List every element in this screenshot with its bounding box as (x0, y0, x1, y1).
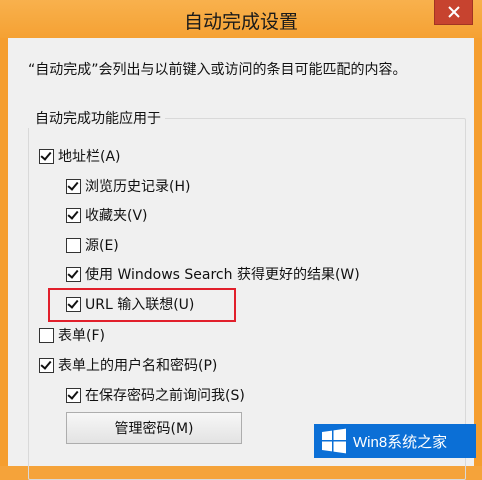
group-label: 自动完成功能应用于 (28, 108, 165, 128)
checkbox-box[interactable] (66, 266, 81, 282)
checkbox-forms[interactable]: 表单(F) (39, 325, 105, 345)
watermark: Win8系统之家 (314, 424, 476, 458)
checkbox-box[interactable] (39, 148, 54, 164)
checkbox-label: 源(E) (85, 238, 119, 254)
checkbox-browsing-history[interactable]: 浏览历史记录(H) (66, 176, 190, 196)
close-button[interactable] (434, 0, 473, 25)
checkbox-label: URL 输入联想(U) (85, 297, 195, 313)
checkbox-label: 在保存密码之前询问我(S) (85, 388, 245, 404)
checkbox-box[interactable] (66, 237, 81, 253)
checkbox-windows-search[interactable]: 使用 Windows Search 获得更好的结果(W) (66, 264, 360, 284)
manage-passwords-button[interactable]: 管理密码(M) (66, 412, 242, 444)
windows-logo-icon (322, 428, 346, 454)
checkbox-box[interactable] (66, 387, 81, 403)
checkbox-box[interactable] (66, 207, 81, 223)
dialog-body: “自动完成”会列出与以前键入或访问的条目可能匹配的内容。 自动完成功能应用于 地… (8, 38, 474, 480)
checkbox-label: 表单上的用户名和密码(P) (58, 358, 218, 374)
checkbox-feeds[interactable]: 源(E) (66, 235, 119, 255)
checkbox-label: 使用 Windows Search 获得更好的结果(W) (85, 267, 360, 283)
title-bar: 自动完成设置 (0, 0, 482, 38)
checkbox-usernames-passwords[interactable]: 表单上的用户名和密码(P) (39, 355, 217, 375)
checkbox-label: 表单(F) (58, 328, 105, 344)
checkbox-favorites[interactable]: 收藏夹(V) (66, 205, 148, 225)
checkbox-label: 浏览历史记录(H) (85, 179, 191, 195)
close-icon (447, 6, 460, 18)
dialog-window: 自动完成设置 “自动完成”会列出与以前键入或访问的条目可能匹配的内容。 自动完成… (0, 0, 482, 480)
checkbox-label: 收藏夹(V) (85, 208, 148, 224)
window-title: 自动完成设置 (183, 11, 298, 33)
watermark-text: Win8系统之家 (353, 433, 448, 451)
description-text: “自动完成”会列出与以前键入或访问的条目可能匹配的内容。 (28, 62, 407, 78)
checkbox-label: 地址栏(A) (58, 149, 121, 165)
checkbox-address-bar[interactable]: 地址栏(A) (39, 146, 121, 166)
checkbox-box[interactable] (39, 357, 54, 373)
checkbox-box[interactable] (66, 178, 81, 194)
checkbox-url-suggestions[interactable]: URL 输入联想(U) (66, 294, 194, 314)
checkbox-box[interactable] (66, 296, 81, 312)
checkbox-box[interactable] (39, 327, 54, 343)
checkbox-ask-before-saving[interactable]: 在保存密码之前询问我(S) (66, 385, 245, 405)
